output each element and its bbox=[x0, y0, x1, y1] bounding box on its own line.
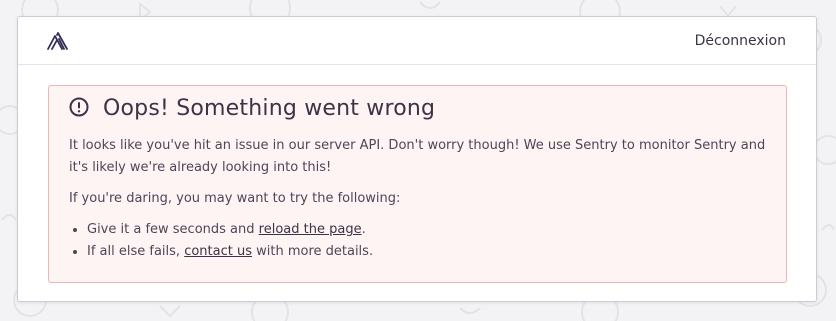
alert-title: Oops! Something went wrong bbox=[103, 96, 436, 121]
suggestion-list: Give it a few seconds and reload the pag… bbox=[69, 219, 766, 263]
alert-suggestion-intro: If you're daring, you may want to try th… bbox=[69, 191, 401, 206]
list-item: If all else fails, contact us with more … bbox=[87, 241, 766, 263]
alert-title-row: Oops! Something went wrong bbox=[69, 96, 766, 121]
error-alert: Oops! Something went wrong It looks like… bbox=[48, 85, 787, 283]
exclamation-circle-icon bbox=[69, 97, 89, 121]
logout-link[interactable]: Déconnexion bbox=[695, 33, 786, 49]
alert-description: It looks like you've hit an issue in our… bbox=[69, 138, 766, 175]
top-header: Déconnexion bbox=[18, 17, 816, 65]
main-card: Déconnexion Oops! Something went wrong I… bbox=[17, 16, 817, 302]
contact-us-link[interactable]: contact us bbox=[184, 244, 252, 259]
list-item: Give it a few seconds and reload the pag… bbox=[87, 219, 766, 241]
reload-page-link[interactable]: reload the page bbox=[259, 222, 362, 237]
sentry-logo-icon[interactable] bbox=[46, 29, 72, 53]
